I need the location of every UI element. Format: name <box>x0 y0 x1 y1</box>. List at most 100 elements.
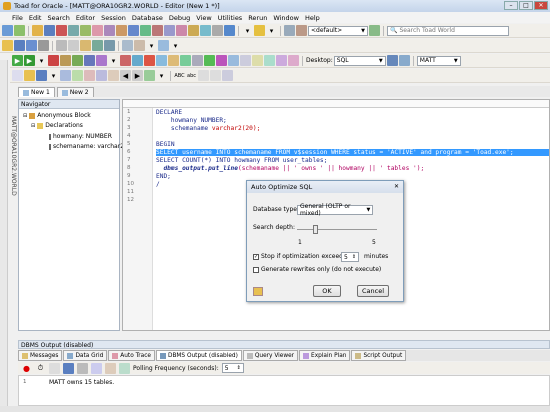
collapse-icon[interactable]: ⊟ <box>31 123 35 129</box>
export-icon[interactable] <box>92 25 103 36</box>
comment-icon[interactable] <box>252 55 263 66</box>
open-folder-icon[interactable] <box>253 287 263 296</box>
goto-icon[interactable] <box>216 55 227 66</box>
schema-select[interactable]: MATT ▼ <box>416 55 461 66</box>
uppercase-icon[interactable]: ABC <box>174 70 185 81</box>
timer-icon[interactable]: ⏱ <box>35 363 46 374</box>
object-icon[interactable] <box>72 70 83 81</box>
disconnect-icon[interactable] <box>296 25 307 36</box>
watch-icon[interactable] <box>156 55 167 66</box>
ok-button[interactable]: OK <box>313 285 341 297</box>
execute-statement-icon[interactable]: ▶ <box>12 55 23 66</box>
rollback-icon[interactable] <box>72 55 83 66</box>
explain-plan-icon[interactable] <box>84 55 95 66</box>
wrap-output-icon[interactable] <box>119 362 130 374</box>
stop-minutes-input[interactable]: 5 ⇕ <box>341 252 359 262</box>
table-icon[interactable] <box>68 25 79 36</box>
window-icon[interactable] <box>158 40 169 51</box>
history-icon[interactable] <box>192 55 203 66</box>
editor-icon[interactable] <box>44 25 55 36</box>
connection-icon[interactable] <box>284 25 295 36</box>
profiler-icon[interactable] <box>180 55 191 66</box>
save-file-icon[interactable] <box>36 70 47 81</box>
tree-item[interactable]: howmany: NUMBER <box>49 133 112 140</box>
default-combo[interactable]: <default> ▼ <box>308 25 368 36</box>
dropdown-chevron-icon[interactable]: ▾ <box>36 55 47 66</box>
new-tab-icon[interactable] <box>12 70 23 81</box>
generate-option[interactable]: Generate rewrites only (do not execute) <box>253 266 381 273</box>
record-icon[interactable]: ● <box>21 363 32 374</box>
open-file-icon[interactable] <box>24 70 35 81</box>
close-button[interactable]: ✕ <box>534 1 548 10</box>
collapse-icon[interactable]: ⊟ <box>23 113 27 119</box>
schema-browser-icon[interactable] <box>32 25 43 36</box>
find-icon[interactable] <box>96 70 107 81</box>
search-depth-slider[interactable] <box>297 229 377 230</box>
indent-icon[interactable] <box>198 70 209 81</box>
menu-session[interactable]: Session <box>101 14 126 22</box>
layout-icon[interactable] <box>240 55 251 66</box>
minimize-button[interactable]: – <box>504 1 518 10</box>
sql-icon[interactable] <box>56 25 67 36</box>
save-output-icon[interactable] <box>63 362 74 374</box>
optimize-icon[interactable] <box>188 25 199 36</box>
save-icon[interactable] <box>14 40 25 51</box>
menu-window[interactable]: Window <box>273 14 299 22</box>
desktop-save-icon[interactable] <box>386 55 398 66</box>
code-insight-icon[interactable] <box>120 55 131 66</box>
tuning-icon[interactable] <box>152 25 163 36</box>
desktop-icon[interactable] <box>398 55 410 66</box>
stop-icon[interactable] <box>48 55 59 66</box>
tab-messages[interactable]: Messages <box>18 350 63 361</box>
window-icon[interactable] <box>228 55 239 66</box>
polling-input[interactable]: 5 ⇕ <box>221 363 244 373</box>
spinner-icon[interactable]: ⇕ <box>350 253 358 261</box>
menu-search[interactable]: Search <box>47 14 69 22</box>
uncomment-icon[interactable] <box>264 55 275 66</box>
step-icon[interactable] <box>132 55 143 66</box>
dropdown-chevron-icon[interactable]: ▾ <box>170 40 181 51</box>
replace-icon[interactable] <box>134 40 145 51</box>
maximize-button[interactable]: □ <box>519 1 533 10</box>
tree-root[interactable]: ⊟ Anonymous Block <box>23 112 91 119</box>
execute-script-icon[interactable]: ▶ <box>24 55 35 66</box>
trace-icon[interactable] <box>168 55 179 66</box>
previous-icon[interactable]: ◀ <box>120 70 131 81</box>
dialog-close-icon[interactable]: ✕ <box>392 183 401 191</box>
sql-recall-icon[interactable] <box>108 70 119 81</box>
db-type-select[interactable]: General (OLTP or mixed) ▼ <box>297 203 373 217</box>
stop-checkbox[interactable]: ✓ <box>253 253 259 260</box>
cancel-button[interactable]: Cancel <box>357 285 389 297</box>
find-icon[interactable] <box>122 40 133 51</box>
tab-data-grid[interactable]: Data Grid <box>63 350 108 361</box>
rerun-icon[interactable] <box>369 25 380 36</box>
menu-debug[interactable]: Debug <box>169 14 190 22</box>
print-icon[interactable] <box>38 40 49 51</box>
lowercase-icon[interactable]: abc <box>186 70 197 81</box>
compare-icon[interactable] <box>104 25 115 36</box>
dropdown-chevron-icon[interactable]: ▾ <box>156 70 167 81</box>
format-icon[interactable] <box>96 55 107 66</box>
redo-icon[interactable] <box>104 40 115 51</box>
bookmark-icon[interactable] <box>204 55 215 66</box>
dba-icon[interactable] <box>176 25 187 36</box>
connection-vertical-label[interactable]: MATT@ORA10GR2.WORLD <box>9 116 17 316</box>
tools-icon[interactable] <box>116 25 127 36</box>
menu-help[interactable]: Help <box>305 14 320 22</box>
tab-explain-plan[interactable]: Explain Plan <box>299 350 351 361</box>
search-toad-world-input[interactable]: 🔍 Search Toad World <box>387 25 509 36</box>
menu-rerun[interactable]: Rerun <box>248 14 267 22</box>
tree-item[interactable]: schemaname: varchar2 <box>49 143 124 150</box>
tab-auto-trace[interactable]: Auto Trace <box>108 350 155 361</box>
breakpoint-icon[interactable] <box>144 55 155 66</box>
favorites-icon[interactable] <box>254 25 265 36</box>
tab-script-output[interactable]: Script Output <box>351 350 407 361</box>
menu-view[interactable]: View <box>196 14 211 22</box>
cut-icon[interactable] <box>56 40 67 51</box>
dropdown-chevron-icon[interactable]: ▾ <box>48 70 59 81</box>
tree-declarations[interactable]: ⊟ Declarations <box>31 122 83 129</box>
open-icon[interactable] <box>2 40 13 51</box>
generate-checkbox[interactable] <box>253 266 259 273</box>
clear-icon[interactable] <box>84 70 95 81</box>
team-coding-icon[interactable] <box>200 25 211 36</box>
